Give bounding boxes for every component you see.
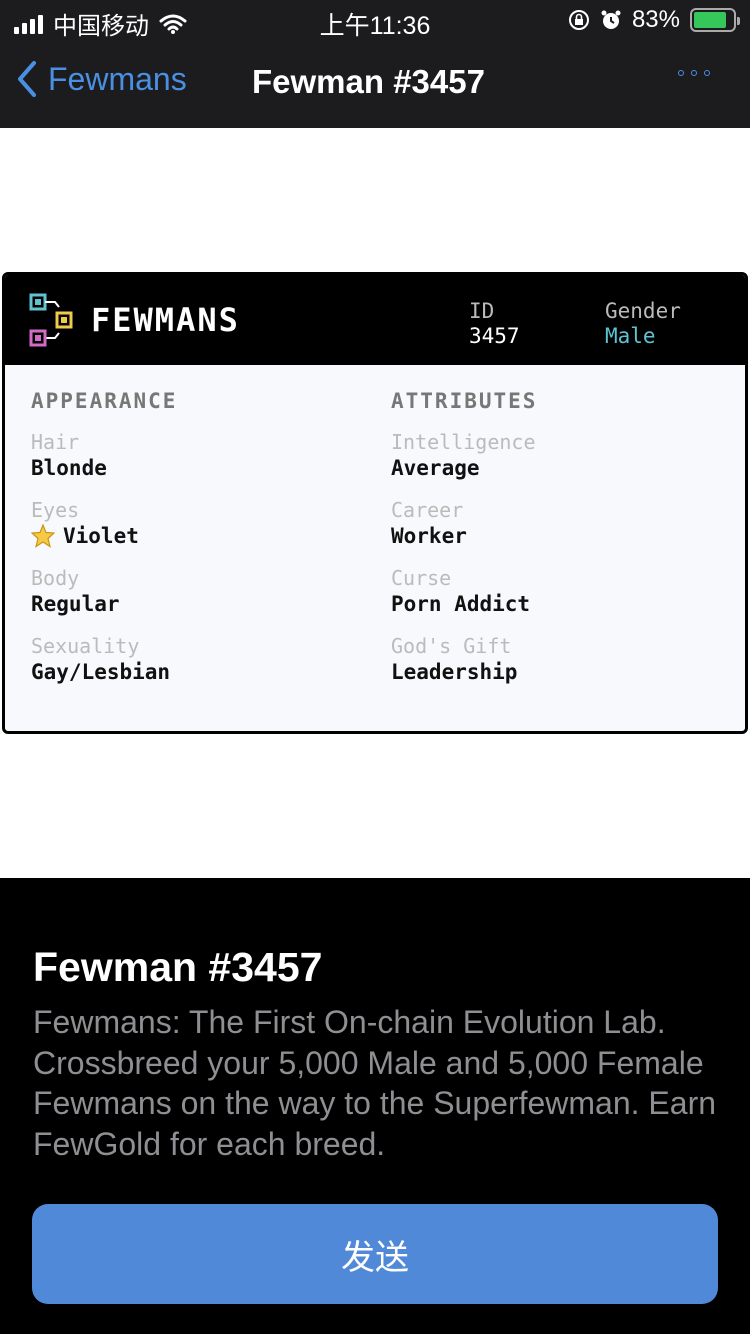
appearance-heading: APPEARANCE — [31, 389, 178, 413]
status-right: 83% — [568, 6, 740, 34]
attr-value: Gay/Lesbian — [31, 657, 177, 687]
sheet-title: Fewman #3457 — [33, 944, 323, 990]
web-content: FEWMANS ID 3457 Gender Male APPEARANCE H… — [0, 128, 750, 878]
gender-field: Gender Male — [605, 299, 681, 349]
attr-item: Eyes Violet — [31, 499, 177, 551]
attr-item: Curse Porn Addict — [391, 567, 537, 619]
status-bar: 中国移动 上午11:36 83% — [0, 0, 750, 40]
attr-item: Body Regular — [31, 567, 177, 619]
attr-value: Average — [391, 453, 537, 483]
attr-value-text: Leadership — [391, 660, 518, 684]
attr-label: God's Gift — [391, 634, 512, 658]
id-field: ID 3457 — [469, 299, 520, 349]
id-value: 3457 — [469, 324, 520, 348]
more-dot-icon — [691, 70, 697, 76]
attr-value: Regular — [31, 589, 177, 619]
attr-label: Intelligence — [391, 430, 536, 454]
attr-value-text: Blonde — [31, 456, 107, 480]
attributes-column: ATTRIBUTES Intelligence Average Career W… — [391, 389, 537, 703]
more-dot-icon — [678, 70, 684, 76]
orientation-lock-icon — [568, 10, 589, 30]
battery-percent: 83% — [631, 6, 680, 33]
attr-value: Porn Addict — [391, 589, 537, 619]
attr-value: Leadership — [391, 657, 537, 687]
fewmans-logo-icon — [29, 293, 73, 347]
attr-item: God's Gift Leadership — [391, 635, 537, 687]
card-body: APPEARANCE Hair Blonde Eyes Violet Body — [5, 365, 745, 684]
more-dot-icon — [704, 70, 710, 76]
attr-label: Sexuality — [31, 634, 140, 658]
attr-label: Body — [31, 566, 80, 590]
attr-value-text: Average — [391, 456, 480, 480]
attr-value-text: Worker — [391, 524, 467, 548]
fewman-card: FEWMANS ID 3457 Gender Male APPEARANCE H… — [2, 272, 748, 734]
attr-label: Hair — [31, 430, 80, 454]
attr-item: Sexuality Gay/Lesbian — [31, 635, 177, 687]
battery-icon — [690, 8, 740, 32]
gender-value: Male — [605, 324, 656, 348]
star-icon — [31, 524, 55, 548]
attr-value: Blonde — [31, 453, 177, 483]
attr-item: Hair Blonde — [31, 431, 177, 483]
attr-value: Worker — [391, 521, 537, 551]
back-label: Fewmans — [48, 60, 187, 97]
attr-label: Eyes — [31, 498, 80, 522]
nav-bar: Fewmans Fewman #3457 — [0, 40, 750, 128]
chevron-left-icon — [18, 61, 36, 97]
attr-value-text: Porn Addict — [391, 592, 531, 616]
alarm-icon — [601, 10, 621, 29]
attr-label: Career — [391, 498, 464, 522]
gender-label: Gender — [605, 299, 681, 323]
nav-title: Fewman #3457 — [252, 63, 485, 100]
send-button[interactable]: 发送 — [32, 1204, 718, 1304]
attr-value-text: Gay/Lesbian — [31, 660, 171, 684]
attr-value: Violet — [31, 521, 177, 551]
attr-value-text: Regular — [31, 592, 120, 616]
attr-item: Career Worker — [391, 499, 537, 551]
more-button[interactable] — [678, 70, 710, 76]
attr-value-text: Violet — [63, 524, 139, 548]
sheet-description: Fewmans: The First On-chain Evolution La… — [33, 1004, 717, 1162]
card-header: FEWMANS ID 3457 Gender Male — [5, 275, 745, 365]
attr-label: Curse — [391, 566, 452, 590]
brand-name: FEWMANS — [91, 301, 240, 339]
appearance-column: APPEARANCE Hair Blonde Eyes Violet Body — [31, 389, 177, 703]
share-sheet: Fewman #3457 Fewmans: The First On-chain… — [0, 878, 750, 1334]
attributes-heading: ATTRIBUTES — [391, 389, 538, 413]
back-button[interactable]: Fewmans — [16, 60, 187, 98]
id-label: ID — [469, 299, 495, 323]
attr-item: Intelligence Average — [391, 431, 537, 483]
